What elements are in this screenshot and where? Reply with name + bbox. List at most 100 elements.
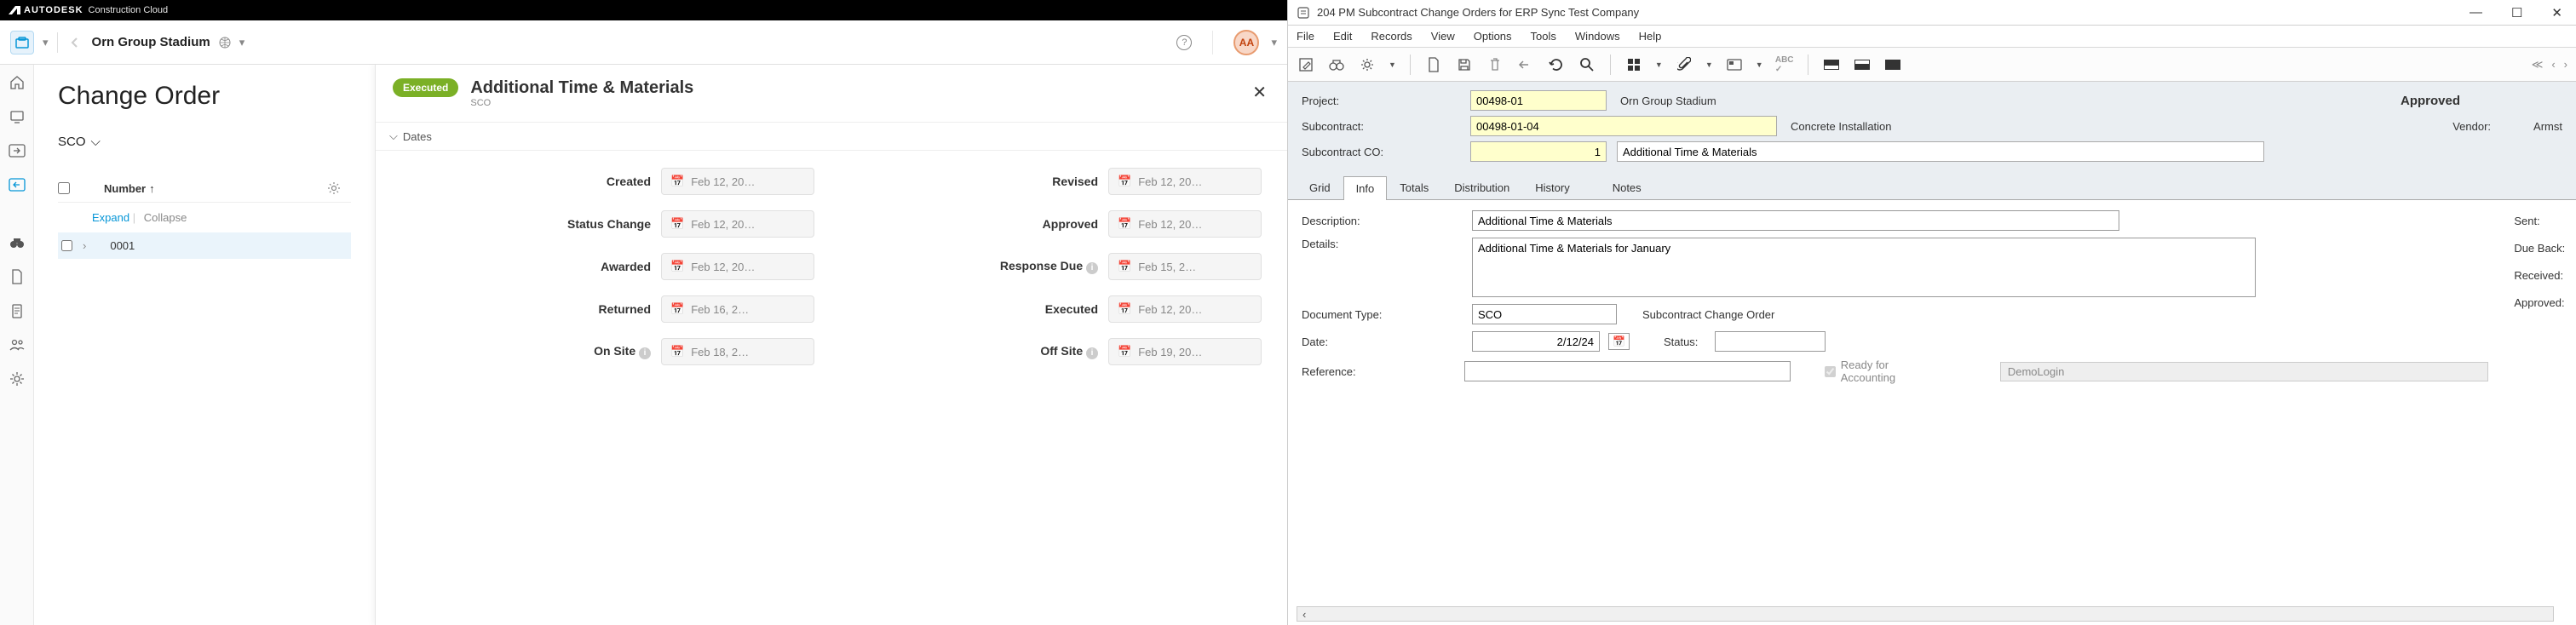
back-icon[interactable] [66,34,83,51]
collapse-link[interactable]: Collapse [144,211,187,224]
chevron-down-icon[interactable]: ▾ [1271,36,1277,49]
document-icon[interactable] [8,267,26,286]
maximize-icon[interactable]: ☐ [2506,3,2527,22]
response-due-input[interactable]: 📅Feb 15, 2… [1108,253,1262,280]
vendor-value: Armst [2533,120,2562,133]
list-item[interactable]: › 0001 [58,232,351,259]
subcontract-input[interactable] [1470,116,1777,136]
chevron-down-icon: ⌵ [91,135,101,149]
tab-grid[interactable]: Grid [1297,175,1343,199]
close-icon[interactable]: ✕ [2546,3,2567,22]
card-icon[interactable] [1725,55,1744,74]
minimize-icon[interactable]: — [2464,3,2487,22]
attachment-icon[interactable] [1675,55,1693,74]
monitor-icon[interactable] [8,107,26,126]
menu-edit[interactable]: Edit [1333,30,1352,43]
expand-link[interactable]: Expand [92,211,129,224]
chevron-right-icon[interactable]: › [83,239,86,252]
next-icon[interactable]: › [2564,58,2567,72]
list-header: Number ↑ [58,175,351,203]
binoculars-icon[interactable] [8,233,26,252]
onsite-input[interactable]: 📅Feb 18, 2… [661,338,814,365]
tab-notes[interactable]: Notes [1600,175,1654,199]
column-settings-icon[interactable] [327,181,341,195]
menu-records[interactable]: Records [1371,30,1412,43]
delete-icon[interactable] [1486,55,1504,74]
tab-totals[interactable]: Totals [1387,175,1441,199]
avatar[interactable]: AA [1233,30,1259,55]
scroll-left-icon[interactable]: ‹ [1297,608,1311,621]
clipboard-icon[interactable] [8,301,26,320]
column-number[interactable]: Number ↑ [104,182,155,195]
layout1-icon[interactable] [1822,55,1841,74]
calendar-icon[interactable]: 📅 [1608,333,1630,350]
executed-input[interactable]: 📅Feb 12, 20… [1108,295,1262,323]
arrow-out-icon[interactable] [8,175,26,194]
project-input[interactable] [1470,90,1607,111]
menu-windows[interactable]: Windows [1575,30,1620,43]
revised-input[interactable]: 📅Feb 12, 20… [1108,168,1262,195]
sco-input[interactable] [1470,141,1607,162]
date-input[interactable] [1472,331,1600,352]
grid-icon[interactable] [1624,55,1643,74]
close-icon[interactable]: ✕ [1249,78,1270,106]
prev-icon[interactable]: ‹ [2551,58,2555,72]
save-icon[interactable] [1455,55,1474,74]
doctype-input[interactable] [1472,304,1617,324]
menu-file[interactable]: File [1297,30,1314,43]
detail-title: Additional Time & Materials [470,78,693,98]
approved-label: Approved [1043,217,1098,231]
select-all-checkbox[interactable] [58,182,70,194]
users-icon[interactable] [8,335,26,354]
offsite-input[interactable]: 📅Feb 19, 20… [1108,338,1262,365]
chevron-down-icon[interactable]: ▾ [43,36,49,49]
horizontal-scrollbar[interactable]: ‹ [1297,606,2554,622]
edit-icon[interactable] [1297,55,1315,74]
sco-dropdown[interactable]: SCO ⌵ [58,135,351,149]
info-icon[interactable]: i [1086,262,1098,274]
project-icon-button[interactable] [10,31,34,54]
ready-checkbox-label[interactable]: Ready for Accounting [1825,358,1941,384]
globe-icon[interactable] [219,37,231,49]
refresh-icon[interactable] [1547,55,1566,74]
chevron-down-icon[interactable]: ▾ [239,36,245,49]
undo-icon[interactable] [1516,55,1535,74]
sco-name-input[interactable] [1617,141,2264,162]
returned-input[interactable]: 📅Feb 16, 2… [661,295,814,323]
layout2-icon[interactable] [1853,55,1872,74]
reference-input[interactable] [1464,361,1790,381]
search-icon[interactable] [1578,55,1596,74]
dates-section-header[interactable]: ⌵ Dates [376,123,1287,151]
created-input[interactable]: 📅Feb 12, 20… [661,168,814,195]
arrow-in-icon[interactable] [8,141,26,160]
gear-icon[interactable] [8,370,26,388]
brand-subtitle: Construction Cloud [89,5,169,15]
row-checkbox[interactable] [61,240,72,251]
project-name[interactable]: Orn Group Stadium [92,35,210,49]
description-input[interactable] [1472,210,2119,231]
tab-info[interactable]: Info [1343,176,1388,200]
info-icon[interactable]: i [1086,347,1098,359]
status-input[interactable] [1715,331,1826,352]
spellcheck-icon[interactable]: ABC✓ [1775,55,1794,74]
layout3-icon[interactable] [1883,55,1902,74]
info-icon[interactable]: i [639,347,651,359]
first-icon[interactable]: ≪ [2532,58,2544,72]
details-textarea[interactable] [1472,238,2256,297]
binoculars-icon[interactable] [1327,55,1346,74]
menu-options[interactable]: Options [1474,30,1512,43]
status-change-input[interactable]: 📅Feb 12, 20… [661,210,814,238]
gear-icon[interactable] [1358,55,1377,74]
approved-input[interactable]: 📅Feb 12, 20… [1108,210,1262,238]
revised-label: Revised [1052,175,1098,188]
menu-view[interactable]: View [1431,30,1455,43]
awarded-input[interactable]: 📅Feb 12, 20… [661,253,814,280]
help-icon[interactable]: ? [1176,35,1192,50]
tab-history[interactable]: History [1522,175,1582,199]
home-icon[interactable] [8,73,26,92]
window-title: 204 PM Subcontract Change Orders for ERP… [1317,6,1639,19]
tab-distribution[interactable]: Distribution [1441,175,1522,199]
new-doc-icon[interactable] [1424,55,1443,74]
menu-help[interactable]: Help [1639,30,1662,43]
menu-tools[interactable]: Tools [1531,30,1556,43]
